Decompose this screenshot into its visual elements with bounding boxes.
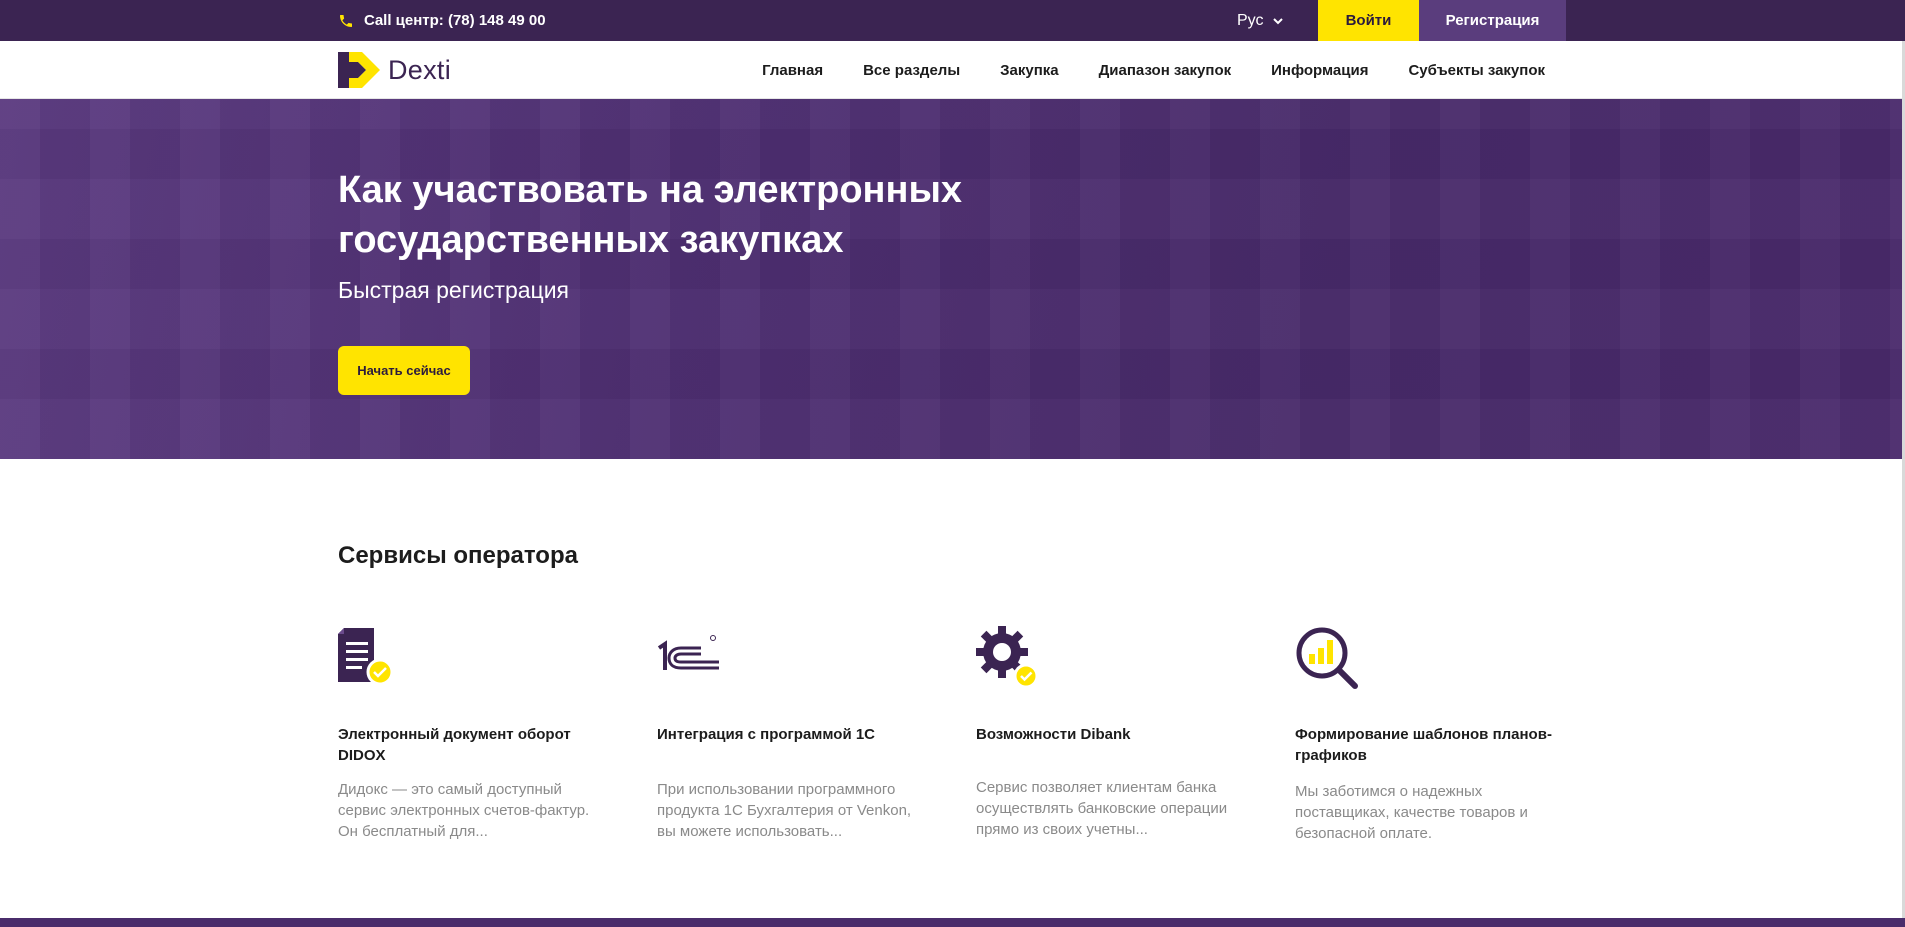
service-title: Формирование шаблонов планов-графиков <box>1295 726 1552 764</box>
login-button[interactable]: Войти <box>1318 0 1419 41</box>
language-label: Рус <box>1237 11 1264 29</box>
nav-item-information[interactable]: Информация <box>1271 62 1368 79</box>
service-title: Интеграция с программой 1С <box>657 726 876 743</box>
top-bar: Call центр: (78) 148 49 00 Рус Войти Рег… <box>0 0 1905 41</box>
service-card-dibank[interactable]: Возможности Dibank Сервис позволяет клие… <box>976 626 1244 838</box>
service-card-plan-templates[interactable]: Формирование шаблонов планов-графиков Мы… <box>1295 626 1563 842</box>
hero-title: Как участвовать на электронных государст… <box>338 169 963 261</box>
hero-banner: Как участвовать на электронных государст… <box>0 99 1902 459</box>
magnifier-chart-icon <box>1295 626 1359 690</box>
service-description: Дидокс — это самый доступный сервис элек… <box>338 781 590 840</box>
service-card-didox[interactable]: Электронный документ оборот DIDOX Дидокс… <box>338 626 606 840</box>
service-description: Сервис позволяет клиентам банка осуществ… <box>976 779 1228 838</box>
register-button[interactable]: Регистрация <box>1419 0 1566 41</box>
start-now-button[interactable]: Начать сейчас <box>338 346 470 395</box>
nav-item-home[interactable]: Главная <box>762 62 823 79</box>
language-selector[interactable]: Рус <box>1237 0 1284 41</box>
logo-text: Dexti <box>388 54 452 85</box>
service-card-1c[interactable]: Интеграция с программой 1С При использов… <box>657 626 925 840</box>
nav-item-procurement-range[interactable]: Диапазон закупок <box>1099 62 1232 79</box>
service-title: Возможности Dibank <box>976 726 1131 743</box>
service-description: Мы заботимся о надежных поставщиках, кач… <box>1295 783 1528 842</box>
footer-edge <box>0 918 1905 927</box>
main-header: Dexti Главная Все разделы Закупка Диапаз… <box>0 41 1905 99</box>
service-title: Электронный документ оборот DIDOX <box>338 726 571 764</box>
phone-icon <box>338 13 354 29</box>
1c-logo-icon <box>657 626 721 690</box>
chevron-down-icon <box>1272 15 1284 27</box>
service-description: При использовании программного продукта … <box>657 781 912 840</box>
nav-item-procurement[interactable]: Закупка <box>1000 62 1059 79</box>
hero-background <box>0 99 1902 459</box>
document-check-icon <box>338 626 402 690</box>
main-nav: Главная Все разделы Закупка Диапазон зак… <box>762 41 1545 99</box>
nav-item-all-sections[interactable]: Все разделы <box>863 62 960 79</box>
services-title: Сервисы оператора <box>338 542 578 569</box>
phone-label: Call центр: (78) 148 49 00 <box>364 12 546 29</box>
dexti-logo-icon <box>338 52 380 88</box>
gear-check-icon <box>976 626 1040 690</box>
nav-item-procurement-subjects[interactable]: Субъекты закупок <box>1408 62 1545 79</box>
hero-subtitle: Быстрая регистрация <box>338 277 569 303</box>
call-center-phone[interactable]: Call центр: (78) 148 49 00 <box>338 0 546 41</box>
site-logo[interactable]: Dexti <box>338 51 451 89</box>
